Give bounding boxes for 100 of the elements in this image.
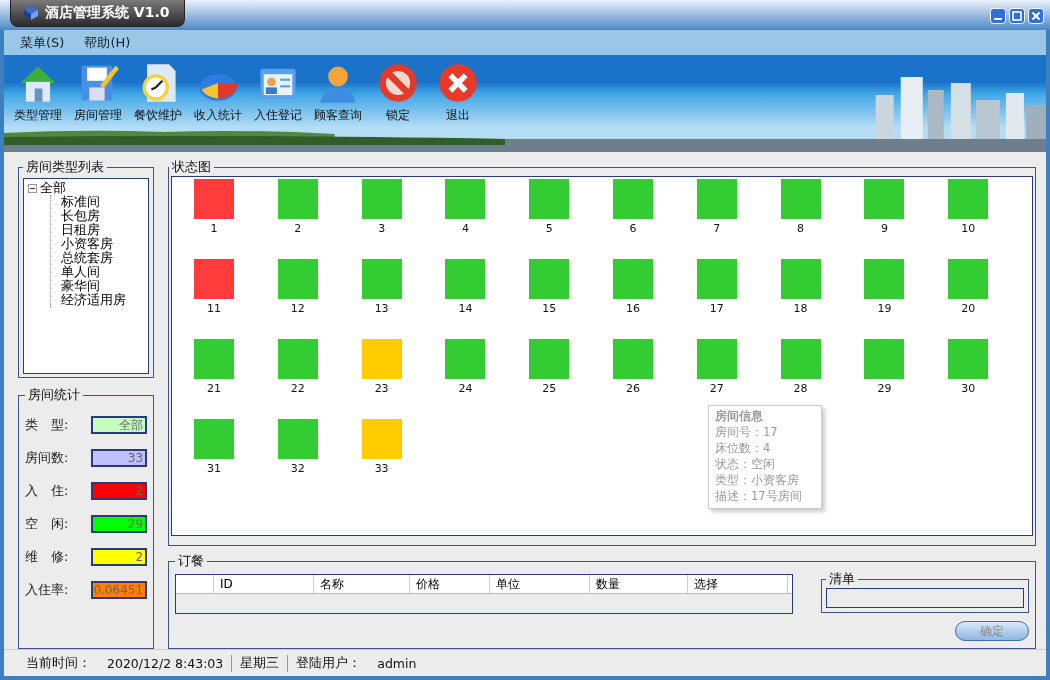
- room-number: 26: [626, 382, 640, 395]
- toolbar-button[interactable]: 退出: [428, 61, 488, 124]
- tooltip-title: 房间信息: [715, 408, 765, 424]
- room-tile[interactable]: [194, 419, 235, 459]
- stat-value: 2: [91, 481, 148, 500]
- stat-label: 房间数:: [25, 448, 69, 467]
- room-tile[interactable]: [445, 339, 486, 379]
- room-number: 8: [797, 222, 805, 235]
- tree-item[interactable]: 豪华间: [61, 278, 100, 293]
- toolbar-button[interactable]: 锁定: [368, 61, 428, 124]
- minimize-icon[interactable]: [990, 8, 1006, 24]
- room-tile[interactable]: [529, 259, 570, 299]
- tree-item[interactable]: 日租房: [61, 222, 100, 237]
- bill-field[interactable]: [826, 588, 1024, 608]
- stat-label: 空 闲:: [25, 514, 69, 533]
- panel-title: 房间统计: [27, 386, 81, 404]
- room-tile[interactable]: [361, 179, 402, 219]
- column-header[interactable]: 选择: [688, 575, 789, 593]
- room-tile[interactable]: [277, 259, 318, 299]
- room-tile[interactable]: [696, 179, 737, 219]
- room-tile[interactable]: [948, 179, 989, 219]
- room-tile[interactable]: [864, 259, 905, 299]
- room-tile[interactable]: [948, 339, 989, 379]
- room-tile[interactable]: [194, 179, 235, 219]
- tree-item[interactable]: 小资客房: [61, 236, 113, 251]
- tree-item[interactable]: 长包房: [61, 208, 100, 223]
- room-number: 28: [793, 382, 808, 395]
- toolbar-button[interactable]: 顾客查询: [308, 61, 368, 124]
- room-tile[interactable]: [613, 179, 653, 219]
- room-tile[interactable]: [696, 259, 737, 299]
- room-number: 5: [545, 222, 553, 235]
- room-number: 7: [713, 222, 721, 235]
- room-tile[interactable]: [613, 259, 653, 299]
- column-header[interactable]: 数量: [590, 575, 689, 593]
- tree-item[interactable]: 全部: [40, 181, 66, 195]
- room-tile[interactable]: [696, 339, 737, 379]
- toolbar-button[interactable]: 入住登记: [248, 61, 308, 124]
- toolbar-button[interactable]: 类型管理: [8, 61, 68, 124]
- room-number: 15: [542, 302, 557, 315]
- tree-item[interactable]: 经济适用房: [61, 292, 126, 307]
- room-tile[interactable]: [277, 339, 318, 379]
- menu-item[interactable]: 帮助(H): [84, 33, 131, 52]
- room-number: 11: [207, 302, 222, 315]
- column-header[interactable]: 价格: [410, 575, 491, 593]
- column-header[interactable]: 单位: [490, 575, 591, 593]
- tree-item[interactable]: 总统套房: [61, 250, 113, 265]
- room-tile[interactable]: [780, 259, 821, 299]
- room-tile[interactable]: [277, 419, 318, 459]
- room-tile[interactable]: [529, 339, 570, 379]
- stat-value: 全部: [91, 415, 148, 434]
- panel-title: 清单: [828, 570, 857, 588]
- maximize-icon[interactable]: [1009, 8, 1025, 24]
- collapse-icon[interactable]: [28, 183, 37, 193]
- room-number: 33: [374, 462, 389, 475]
- prohibition-icon: [376, 61, 420, 105]
- stat-value: 2: [91, 547, 148, 566]
- room-tile[interactable]: [277, 179, 318, 219]
- room-tile[interactable]: [613, 339, 653, 379]
- room-tile[interactable]: [361, 259, 402, 299]
- column-header[interactable]: ID: [214, 575, 315, 593]
- room-tile[interactable]: [361, 339, 402, 379]
- room-number: 6: [629, 222, 637, 235]
- tooltip-line: 状态：空闲: [715, 456, 777, 472]
- room-tile[interactable]: [780, 339, 821, 379]
- room-number: 16: [626, 302, 640, 315]
- stat-value: 29: [91, 514, 148, 533]
- window-title: 酒店管理系统 V1.0: [10, 0, 185, 27]
- tooltip-line: 床位数：4: [715, 440, 772, 456]
- room-tile[interactable]: [194, 259, 235, 299]
- column-header[interactable]: 名称: [314, 575, 411, 593]
- room-number: 22: [290, 382, 305, 395]
- room-tile[interactable]: [361, 419, 402, 459]
- room-tile[interactable]: [194, 339, 235, 379]
- menu-item[interactable]: 菜单(S): [20, 33, 65, 52]
- status-text: 星期三: [231, 654, 288, 672]
- room-tile[interactable]: [529, 179, 570, 219]
- panel-title: 订餐: [177, 552, 206, 570]
- room-number: 24: [458, 382, 473, 395]
- room-tile[interactable]: [445, 259, 486, 299]
- room-tile[interactable]: [948, 259, 989, 299]
- close-icon[interactable]: [1028, 8, 1044, 24]
- room-number: 19: [877, 302, 892, 315]
- status-text: 登陆用户：: [287, 654, 370, 672]
- room-number: 27: [709, 382, 724, 395]
- room-number: 2: [294, 222, 302, 235]
- tree-item[interactable]: 标准间: [61, 194, 100, 209]
- close-icon: [436, 61, 480, 105]
- tree-item[interactable]: 单人间: [61, 264, 100, 279]
- toolbar-button[interactable]: 房间管理: [68, 61, 128, 124]
- room-number: 25: [542, 382, 557, 395]
- panel-title: 状态图: [171, 158, 213, 176]
- toolbar-button[interactable]: 收入统计: [188, 61, 248, 124]
- room-tile[interactable]: [780, 179, 821, 219]
- room-tile[interactable]: [864, 339, 905, 379]
- room-tile[interactable]: [445, 179, 486, 219]
- room-number: 31: [207, 462, 222, 475]
- toolbar-button[interactable]: 餐饮维护: [128, 61, 188, 124]
- room-number: 23: [374, 382, 389, 395]
- stat-label: 入住率:: [25, 580, 69, 599]
- room-tile[interactable]: [864, 179, 905, 219]
